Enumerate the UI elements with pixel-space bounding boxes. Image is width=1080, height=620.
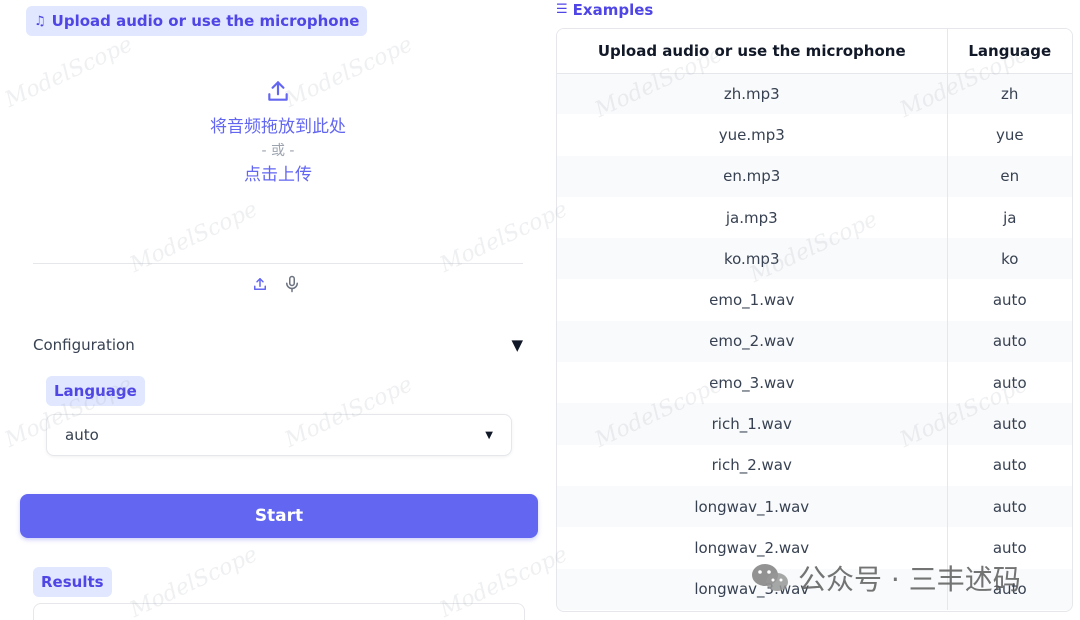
example-language-cell[interactable]: ja xyxy=(947,196,1072,239)
example-row[interactable]: longwav_3.wav auto xyxy=(557,568,1072,610)
language-dropdown[interactable]: auto ▼ xyxy=(46,414,512,456)
configuration-title: Configuration xyxy=(33,336,135,354)
column-header-audio: Upload audio or use the microphone xyxy=(557,29,948,74)
example-audio-cell[interactable]: longwav_3.wav xyxy=(557,568,948,610)
example-language-cell[interactable]: auto xyxy=(947,279,1072,321)
upload-audio-label: ♫ Upload audio or use the microphone xyxy=(26,6,368,36)
example-audio-cell[interactable]: ja.mp3 xyxy=(557,196,948,239)
language-selected-value: auto xyxy=(65,426,99,444)
example-audio-cell[interactable]: yue.mp3 xyxy=(557,114,948,156)
example-audio-cell[interactable]: longwav_1.wav xyxy=(557,485,948,528)
example-audio-cell[interactable]: rich_1.wav xyxy=(557,403,948,445)
examples-label: ☰ Examples xyxy=(556,0,653,20)
results-label-text: Results xyxy=(41,573,104,591)
example-row[interactable]: zh.mp3 zh xyxy=(557,73,1072,115)
results-output[interactable] xyxy=(33,603,525,620)
example-row[interactable]: rich_1.wav auto xyxy=(557,403,1072,445)
example-row[interactable]: ja.mp3 ja xyxy=(557,196,1072,239)
upload-source-button[interactable] xyxy=(250,273,270,295)
example-language-cell[interactable]: ko xyxy=(947,238,1072,280)
upload-divider xyxy=(33,263,523,264)
language-label: Language xyxy=(46,376,145,406)
example-language-cell[interactable]: auto xyxy=(947,568,1072,610)
input-panel: ♫ Upload audio or use the microphone 将音频… xyxy=(0,0,550,620)
example-language-cell[interactable]: auto xyxy=(947,485,1072,528)
configuration-accordion[interactable]: Configuration ▼ xyxy=(33,334,523,356)
example-language-cell[interactable]: auto xyxy=(947,362,1072,404)
upload-icon xyxy=(268,81,288,101)
example-language-cell[interactable]: auto xyxy=(947,320,1072,363)
example-language-cell[interactable]: en xyxy=(947,155,1072,197)
start-button[interactable]: Start xyxy=(20,494,538,538)
example-language-cell[interactable]: auto xyxy=(947,444,1072,486)
example-row[interactable]: longwav_2.wav auto xyxy=(557,527,1072,569)
examples-label-text: Examples xyxy=(572,1,654,19)
example-row[interactable]: ko.mp3 ko xyxy=(557,238,1072,280)
example-row[interactable]: longwav_1.wav auto xyxy=(557,485,1072,528)
example-row[interactable]: emo_1.wav auto xyxy=(557,279,1072,321)
caret-down-icon[interactable]: ▼ xyxy=(511,336,523,354)
example-audio-cell[interactable]: emo_3.wav xyxy=(557,362,948,404)
audio-source-selector xyxy=(250,273,302,295)
upload-small-icon xyxy=(254,278,266,290)
app-page: ♫ Upload audio or use the microphone 将音频… xyxy=(0,0,1080,620)
example-row[interactable]: emo_3.wav auto xyxy=(557,362,1072,404)
microphone-source-button[interactable] xyxy=(282,273,302,295)
language-label-text: Language xyxy=(54,382,137,400)
microphone-icon xyxy=(286,275,298,293)
example-audio-cell[interactable]: longwav_2.wav xyxy=(557,527,948,569)
music-note-icon: ♫ xyxy=(34,13,46,29)
example-row[interactable]: emo_2.wav auto xyxy=(557,320,1072,363)
click-upload-text[interactable]: 点击上传 xyxy=(33,162,523,188)
example-row[interactable]: en.mp3 en xyxy=(557,155,1072,197)
example-audio-cell[interactable]: ko.mp3 xyxy=(557,238,948,280)
or-text: - 或 - xyxy=(261,143,295,159)
example-audio-cell[interactable]: emo_2.wav xyxy=(557,320,948,363)
results-label: Results xyxy=(33,567,112,597)
examples-header-row: Upload audio or use the microphone Langu… xyxy=(557,29,1072,74)
dropdown-arrow-icon: ▼ xyxy=(485,429,493,441)
example-row[interactable]: rich_2.wav auto xyxy=(557,444,1072,486)
examples-table: Upload audio or use the microphone Langu… xyxy=(556,28,1073,612)
example-audio-cell[interactable]: rich_2.wav xyxy=(557,444,948,486)
upload-audio-label-text: Upload audio or use the microphone xyxy=(51,12,360,30)
example-row[interactable]: yue.mp3 yue xyxy=(557,114,1072,156)
column-header-language: Language xyxy=(947,29,1072,74)
example-audio-cell[interactable]: zh.mp3 xyxy=(557,73,948,115)
audio-drop-zone[interactable]: 将音频拖放到此处 - 或 - 点击上传 xyxy=(33,70,523,250)
example-language-cell[interactable]: auto xyxy=(947,527,1072,569)
example-language-cell[interactable]: zh xyxy=(947,73,1072,115)
example-language-cell[interactable]: yue xyxy=(947,114,1072,156)
example-language-cell[interactable]: auto xyxy=(947,403,1072,445)
example-audio-cell[interactable]: en.mp3 xyxy=(557,155,948,197)
example-audio-cell[interactable]: emo_1.wav xyxy=(557,279,948,321)
examples-body: zh.mp3 zh yue.mp3 yue en.mp3 en ja.mp3 ja ko.mp3… xyxy=(557,73,1072,610)
list-icon: ☰ xyxy=(556,2,568,17)
drop-text: 将音频拖放到此处 xyxy=(210,117,346,137)
